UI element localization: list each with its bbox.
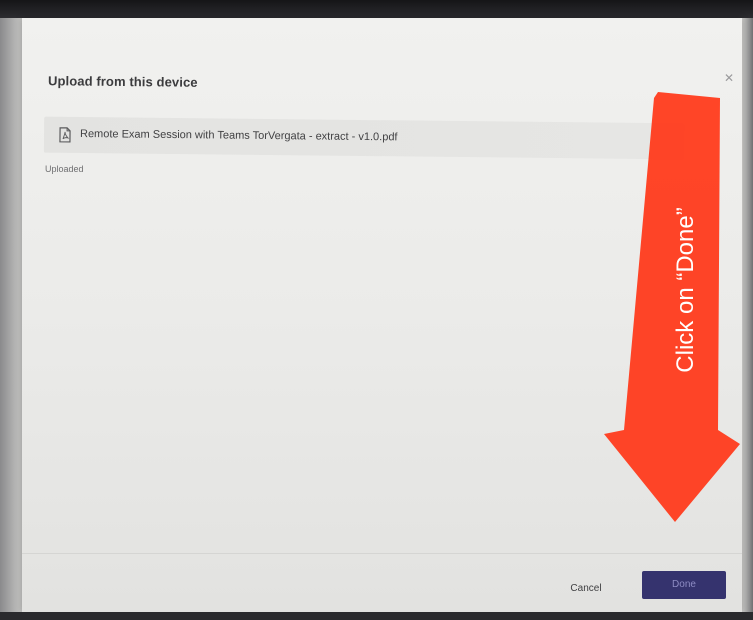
cancel-button[interactable]: Cancel (556, 578, 616, 600)
down-arrow-annotation (604, 92, 740, 522)
annotation-text: Click on “Done” (672, 207, 699, 373)
done-button[interactable]: Done (642, 571, 726, 599)
upload-status: Uploaded (45, 164, 84, 174)
dialog-title: Upload from this device (47, 73, 198, 90)
screen: Upload from this device ✕ Remote Exam Se… (0, 0, 753, 620)
left-background-edge (0, 18, 22, 620)
pdf-file-icon (59, 127, 71, 143)
right-background-edge (743, 18, 753, 620)
file-name: Remote Exam Session with Teams TorVergat… (79, 128, 398, 144)
uploaded-file-row[interactable]: Remote Exam Session with Teams TorVergat… (43, 116, 685, 160)
close-icon[interactable]: ✕ (724, 72, 736, 84)
bottom-bezel (0, 612, 753, 620)
top-bezel (0, 0, 753, 18)
footer-divider (22, 553, 742, 554)
